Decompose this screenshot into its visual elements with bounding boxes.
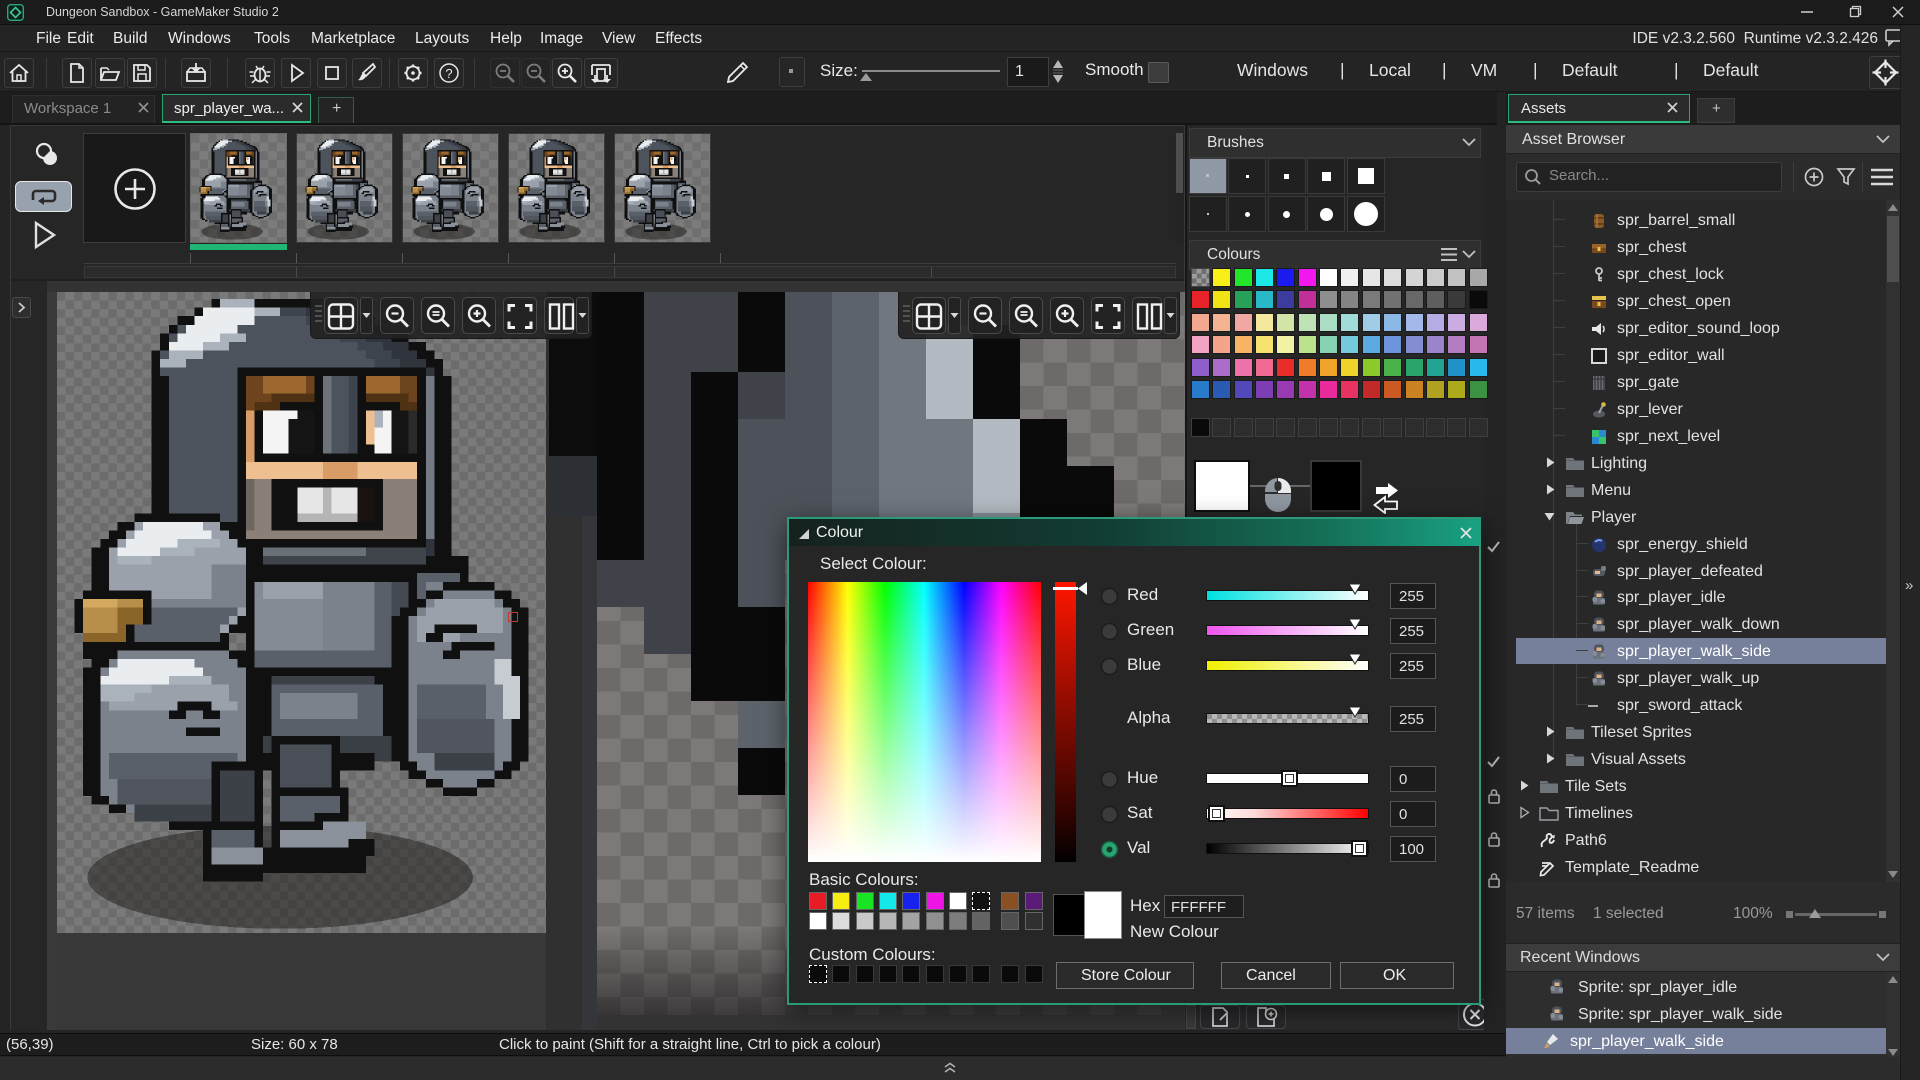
svg-text:?: ?: [445, 66, 452, 81]
